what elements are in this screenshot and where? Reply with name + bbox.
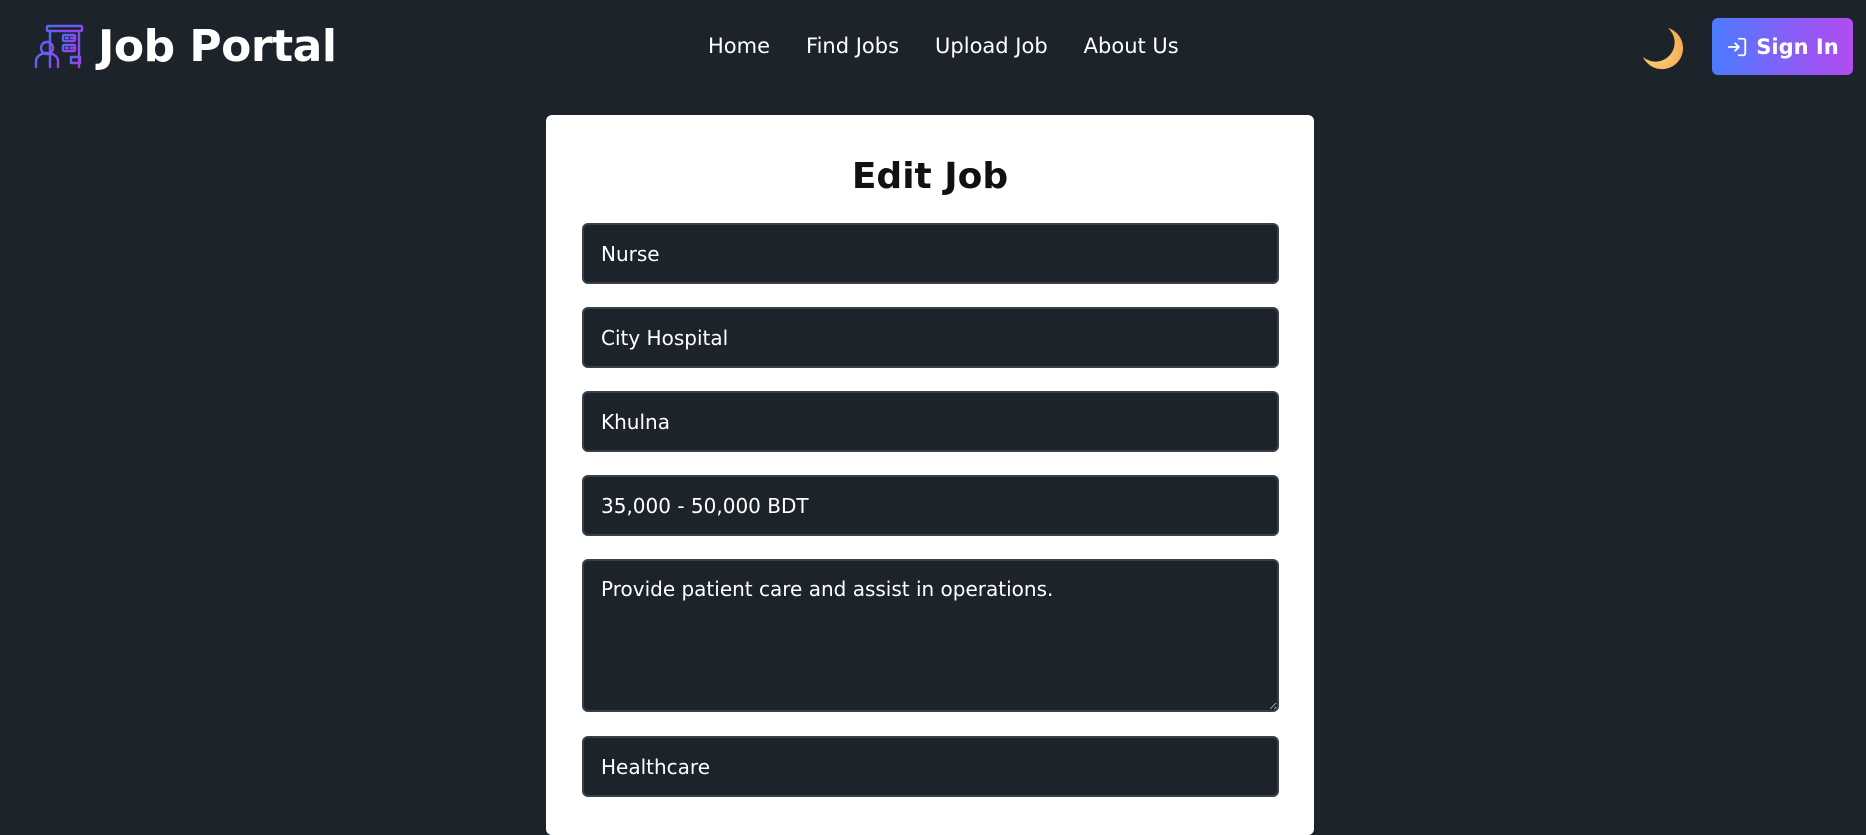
company-input[interactable] bbox=[582, 307, 1279, 368]
sign-in-button[interactable]: Sign In bbox=[1712, 18, 1853, 75]
nav-link-find-jobs[interactable]: Find Jobs bbox=[806, 32, 899, 60]
navbar: Job Portal Home Find Jobs Upload Job Abo… bbox=[0, 0, 1866, 94]
brand-link[interactable]: Job Portal bbox=[34, 21, 337, 72]
brand-name: Job Portal bbox=[98, 21, 337, 72]
nav-link-upload-job[interactable]: Upload Job bbox=[935, 32, 1048, 60]
edit-job-card: Edit Job Provide patient care and assist… bbox=[546, 115, 1314, 835]
nav-link-about-us[interactable]: About Us bbox=[1084, 32, 1179, 60]
description-textarea[interactable]: Provide patient care and assist in opera… bbox=[582, 559, 1279, 712]
nav-link-home[interactable]: Home bbox=[708, 32, 770, 60]
moon-icon bbox=[1643, 28, 1684, 70]
job-title-input[interactable] bbox=[582, 223, 1279, 284]
nav-links: Home Find Jobs Upload Job About Us bbox=[708, 32, 1179, 60]
job-portal-logo-icon bbox=[34, 24, 84, 70]
location-input[interactable] bbox=[582, 391, 1279, 452]
page-title: Edit Job bbox=[851, 156, 1009, 197]
salary-input[interactable] bbox=[582, 475, 1279, 536]
category-input[interactable] bbox=[582, 736, 1279, 797]
sign-in-label: Sign In bbox=[1756, 34, 1839, 59]
login-icon bbox=[1728, 37, 1747, 56]
theme-toggle-button[interactable] bbox=[1638, 24, 1688, 74]
